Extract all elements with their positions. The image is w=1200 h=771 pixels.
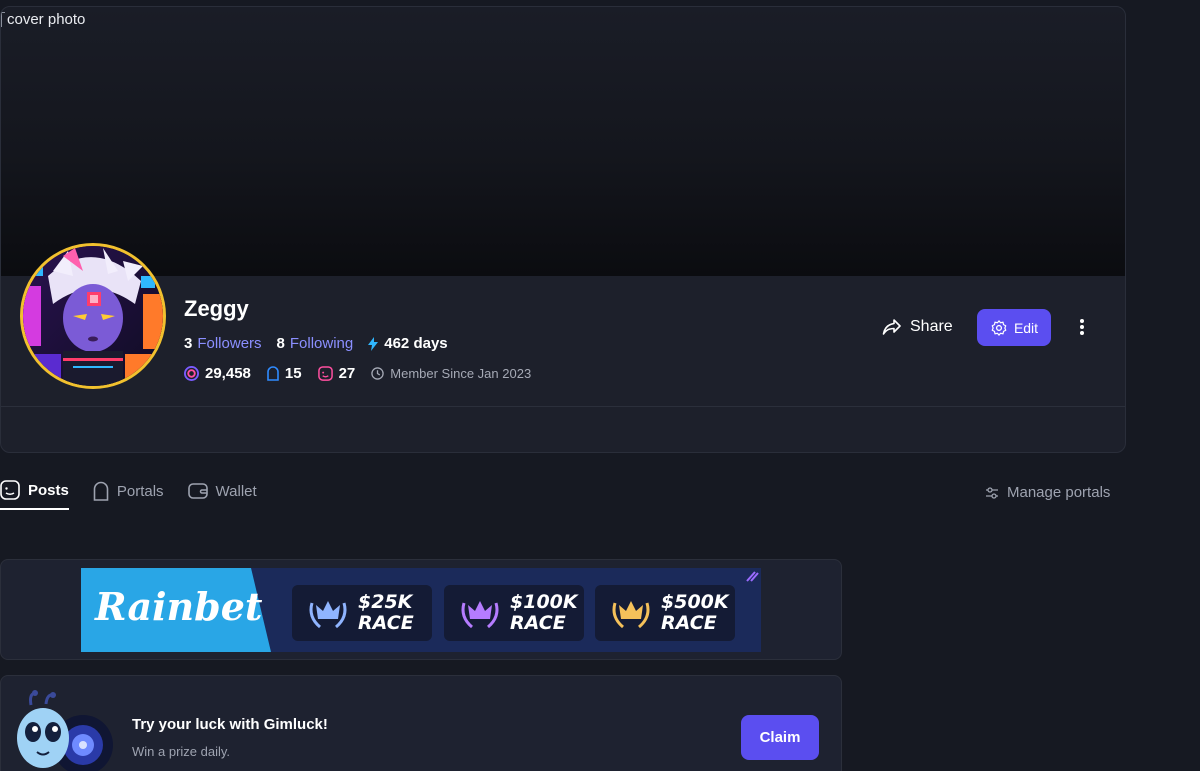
race-500k-amount: $500K — [661, 591, 729, 613]
tab-wallet[interactable]: Wallet — [187, 472, 257, 510]
more-options-button[interactable] — [1071, 313, 1093, 341]
gimluck-card: Try your luck with Gimluck! Win a prize … — [0, 675, 842, 771]
post-face-icon — [317, 366, 333, 381]
portals-stat: 15 — [267, 365, 302, 382]
manage-portals-label: Manage portals — [1007, 484, 1111, 501]
username: Zeggy — [184, 296, 249, 321]
followers-link[interactable]: Followers — [197, 335, 261, 352]
member-since: Member Since Jan 2023 — [371, 366, 531, 381]
streak-days-label: 462 days — [384, 335, 448, 352]
sliders-icon — [986, 486, 998, 499]
cover-photo: cover photo — [1, 7, 1125, 276]
ad-banner-card: Rainbet $25K RACE $100K RACE $500K RACE — [0, 559, 842, 660]
lightning-icon — [368, 336, 379, 351]
share-button[interactable]: Share — [882, 309, 953, 345]
member-since-label: Member Since Jan 2023 — [390, 366, 532, 381]
race-25k: $25K RACE — [292, 585, 432, 641]
profile-tabs: Posts Portals Wallet — [0, 472, 281, 512]
more-vertical-icon — [1080, 319, 1084, 335]
portal-icon — [267, 366, 279, 381]
gear-icon — [991, 319, 1007, 336]
race-100k: $100K RACE — [444, 585, 584, 641]
race-100k-label: RACE — [510, 612, 566, 634]
race-500k-text: $500K RACE — [661, 592, 729, 634]
gimluck-title: Try your luck with Gimluck! — [132, 716, 328, 733]
race-25k-text: $25K RACE — [358, 592, 414, 634]
follow-stats: 3 Followers 8 Following 462 days — [184, 335, 448, 352]
rainbet-banner[interactable]: Rainbet $25K RACE $100K RACE $500K RACE — [81, 568, 761, 652]
edit-button[interactable]: Edit — [977, 309, 1051, 346]
manage-portals-link[interactable]: Manage portals — [985, 484, 1110, 501]
race-25k-label: RACE — [358, 612, 414, 634]
crown-laurel-icon — [612, 601, 650, 629]
broken-image-icon — [1, 12, 5, 27]
race-100k-text: $100K RACE — [510, 592, 578, 634]
edit-label: Edit — [1013, 319, 1039, 336]
posts-stat: 27 — [317, 365, 356, 382]
posts-value: 27 — [338, 365, 356, 382]
card-divider — [1, 406, 1125, 407]
share-label: Share — [910, 318, 953, 335]
avatar[interactable] — [20, 243, 166, 389]
tab-posts[interactable]: Posts — [0, 472, 69, 510]
posts-icon — [0, 480, 20, 500]
portals-value: 15 — [284, 365, 302, 382]
cover-photo-alt-text: cover photo — [7, 11, 86, 28]
crown-laurel-icon — [461, 601, 499, 629]
gimluck-subtitle: Win a prize daily. — [132, 744, 231, 759]
wallet-icon — [187, 483, 208, 499]
points-stat: 29,458 — [184, 365, 251, 382]
following-count: 8 — [276, 335, 285, 352]
portal-icon — [93, 481, 109, 501]
race-100k-amount: $100K — [510, 591, 578, 613]
share-icon — [882, 319, 901, 335]
avatar-illustration — [23, 246, 163, 386]
following-link[interactable]: Following — [290, 335, 353, 352]
profile-card: cover photo Zeggy 3 Followers 8 Followin… — [0, 6, 1126, 453]
tab-posts-label: Posts — [28, 481, 69, 499]
cover-photo-alt: cover photo — [1, 11, 85, 28]
streak-days: 462 days — [368, 335, 448, 352]
claim-button[interactable]: Claim — [741, 715, 819, 760]
profile-badges: 29,458 15 27 Member Since Jan 2023 — [184, 365, 531, 382]
rainbet-logo-text: Rainbet — [95, 584, 263, 629]
race-25k-amount: $25K — [358, 591, 413, 613]
tab-wallet-label: Wallet — [215, 482, 257, 500]
crown-laurel-icon — [309, 601, 347, 629]
spiral-icon — [184, 366, 199, 381]
points-value: 29,458 — [205, 365, 251, 382]
race-500k-label: RACE — [661, 612, 717, 634]
clock-icon — [371, 367, 384, 380]
gimluck-snail-icon — [17, 690, 113, 771]
tab-portals-label: Portals — [116, 482, 164, 500]
banner-corner-mark-icon — [746, 571, 759, 582]
tab-portals[interactable]: Portals — [93, 472, 164, 510]
followers-count: 3 — [184, 335, 193, 352]
profile-page: cover photo Zeggy 3 Followers 8 Followin… — [0, 0, 1200, 771]
race-500k: $500K RACE — [595, 585, 735, 641]
